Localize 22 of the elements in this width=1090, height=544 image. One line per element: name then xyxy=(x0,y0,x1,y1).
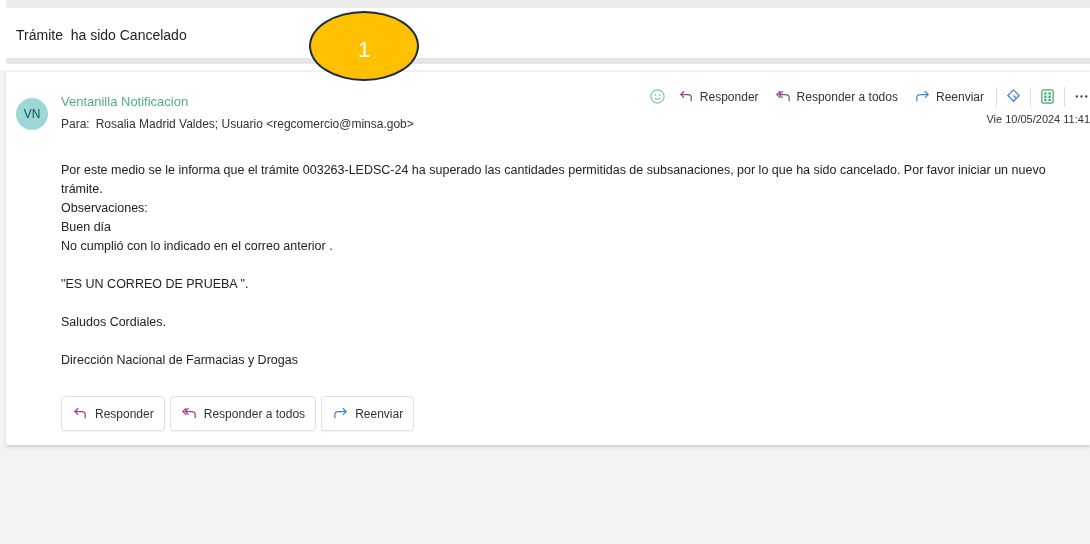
avatar: VN xyxy=(16,98,48,130)
footer-button[interactable]: Responder xyxy=(61,396,165,431)
toolbar-button[interactable]: Responder xyxy=(673,86,763,107)
toolbar-button[interactable]: Reenviar xyxy=(909,86,988,107)
body-text: Observaciones: xyxy=(61,200,149,217)
footer-button[interactable]: Responder a todos xyxy=(169,396,317,431)
body-text: Por este medio se le informa que el trámite 003263-LEDSC-24 ha superado las cantidades permitidas de subsanaciones, por lo que ha sido cancelado. Por favor iniciar un nuevo trámite. xyxy=(61,162,1047,198)
footer-button[interactable]: Reenviar xyxy=(321,396,415,431)
body-text: Buen día xyxy=(61,219,113,236)
message-date: Vie 10/05/2024 11:41 xyxy=(986,113,1090,125)
apps-icon[interactable] xyxy=(1039,88,1056,105)
body-text: No cumplió con lo indicado en el correo anterior . xyxy=(61,238,334,255)
body-text: "ES UN CORREO DE PRUEBA ". xyxy=(61,276,250,293)
body-text: Saludos Cordiales. xyxy=(61,314,167,331)
to-label: Para: xyxy=(61,117,90,131)
callout-badge: 1 xyxy=(309,11,419,81)
emoji-icon[interactable] xyxy=(648,88,666,105)
loop-icon[interactable] xyxy=(1005,88,1022,105)
body-text: Dirección Nacional de Farmacias y Drogas xyxy=(61,352,299,369)
email-subject: Trámite ha sido Cancelado xyxy=(16,27,187,43)
toolbar-button[interactable]: Responder a todos xyxy=(770,86,902,107)
recipients: Rosalia Madrid Valdes; Usuario <regcomercio@minsa.gob> xyxy=(95,117,414,131)
